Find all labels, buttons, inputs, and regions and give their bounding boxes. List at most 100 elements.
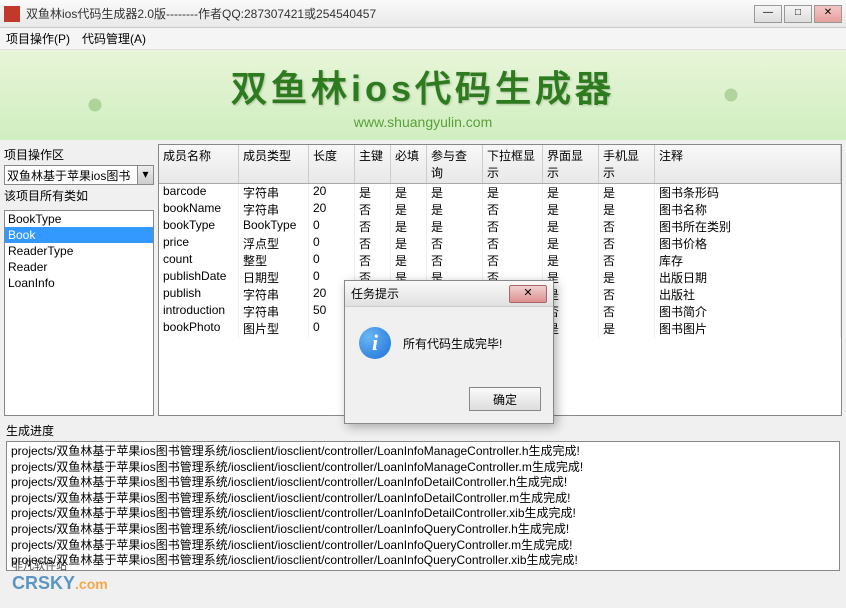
dialog-title: 任务提示 bbox=[351, 285, 509, 302]
ops-area-label: 项目操作区 bbox=[4, 146, 154, 163]
dialog-titlebar[interactable]: 任务提示 ✕ bbox=[345, 281, 553, 307]
app-icon bbox=[4, 6, 20, 22]
banner: 双鱼林ios代码生成器 www.shuangyulin.com bbox=[0, 50, 846, 140]
dialog-footer: 确定 bbox=[345, 379, 553, 423]
log-line: projects/双鱼林基于苹果ios图书管理系统/iosclient/iosc… bbox=[11, 538, 835, 554]
table-row[interactable]: barcode字符串20是是是是是是图书条形码 bbox=[159, 184, 841, 201]
column-header[interactable]: 下拉框显示 bbox=[483, 145, 543, 183]
project-combo-value: 双鱼林基于苹果ios图书 bbox=[7, 167, 130, 184]
ok-button[interactable]: 确定 bbox=[469, 387, 541, 411]
column-header[interactable]: 参与查询 bbox=[427, 145, 483, 183]
table-header: 成员名称成员类型长度主键必填参与查询下拉框显示界面显示手机显示注释 bbox=[159, 145, 841, 184]
table-cell: publish bbox=[159, 286, 239, 303]
list-item[interactable]: LoanInfo bbox=[5, 275, 153, 291]
table-cell: 否 bbox=[355, 235, 391, 252]
table-row[interactable]: bookName字符串20否是是否是是图书名称 bbox=[159, 201, 841, 218]
column-header[interactable]: 主键 bbox=[355, 145, 391, 183]
log-output[interactable]: projects/双鱼林基于苹果ios图书管理系统/iosclient/iosc… bbox=[6, 441, 840, 571]
table-cell: 是 bbox=[427, 218, 483, 235]
table-cell: 字符串 bbox=[239, 286, 309, 303]
banner-url: www.shuangyulin.com bbox=[354, 114, 493, 130]
left-panel: 项目操作区 双鱼林基于苹果ios图书 ▾ 该项目所有类如 BookTypeBoo… bbox=[4, 144, 154, 416]
table-cell: 库存 bbox=[655, 252, 841, 269]
table-cell: 图书名称 bbox=[655, 201, 841, 218]
log-line: projects/双鱼林基于苹果ios图书管理系统/iosclient/iosc… bbox=[11, 506, 835, 522]
log-line: projects/双鱼林基于苹果ios图书管理系统/iosclient/iosc… bbox=[11, 460, 835, 476]
table-cell: 是 bbox=[543, 218, 599, 235]
table-cell: 是 bbox=[391, 235, 427, 252]
window-title: 双鱼林ios代码生成器2.0版--------作者QQ:287307421或25… bbox=[26, 5, 752, 22]
class-listbox[interactable]: BookTypeBookReaderTypeReaderLoanInfo bbox=[4, 210, 154, 416]
column-header[interactable]: 必填 bbox=[391, 145, 427, 183]
table-row[interactable]: count整型0否是否否是否库存 bbox=[159, 252, 841, 269]
table-row[interactable]: bookTypeBookType0否是是否是否图书所在类别 bbox=[159, 218, 841, 235]
table-cell: 是 bbox=[599, 320, 655, 337]
table-cell: 字符串 bbox=[239, 184, 309, 201]
minimize-button[interactable]: — bbox=[754, 5, 782, 23]
column-header[interactable]: 长度 bbox=[309, 145, 355, 183]
log-line: projects/双鱼林基于苹果ios图书管理系统/iosclient/iosc… bbox=[11, 553, 835, 569]
list-item[interactable]: BookType bbox=[5, 211, 153, 227]
table-cell: 否 bbox=[483, 218, 543, 235]
table-cell: 否 bbox=[483, 235, 543, 252]
table-cell: 是 bbox=[483, 184, 543, 201]
table-row[interactable]: price浮点型0否是否否是否图书价格 bbox=[159, 235, 841, 252]
column-header[interactable]: 界面显示 bbox=[543, 145, 599, 183]
list-item[interactable]: Book bbox=[5, 227, 153, 243]
table-cell: 浮点型 bbox=[239, 235, 309, 252]
project-combo[interactable]: 双鱼林基于苹果ios图书 ▾ bbox=[4, 165, 154, 185]
table-cell: 0 bbox=[309, 252, 355, 269]
table-cell: 是 bbox=[427, 184, 483, 201]
info-icon: i bbox=[359, 327, 391, 359]
table-cell: 图书所在类别 bbox=[655, 218, 841, 235]
menu-code-manage[interactable]: 代码管理(A) bbox=[82, 30, 146, 47]
table-cell: 是 bbox=[599, 184, 655, 201]
table-cell: 否 bbox=[427, 252, 483, 269]
table-cell: 是 bbox=[599, 269, 655, 286]
column-header[interactable]: 手机显示 bbox=[599, 145, 655, 183]
column-header[interactable]: 注释 bbox=[655, 145, 841, 183]
table-cell: 是 bbox=[543, 184, 599, 201]
watermark-domain: .com bbox=[75, 576, 108, 592]
table-cell: 是 bbox=[391, 218, 427, 235]
column-header[interactable]: 成员名称 bbox=[159, 145, 239, 183]
maximize-button[interactable]: □ bbox=[784, 5, 812, 23]
table-cell: 是 bbox=[543, 252, 599, 269]
banner-title: 双鱼林ios代码生成器 bbox=[231, 60, 615, 112]
menubar: 项目操作(P) 代码管理(A) bbox=[0, 28, 846, 50]
table-cell: 出版社 bbox=[655, 286, 841, 303]
table-cell: 否 bbox=[483, 252, 543, 269]
dialog-body: i 所有代码生成完毕! bbox=[345, 307, 553, 379]
table-cell: 整型 bbox=[239, 252, 309, 269]
table-cell: 出版日期 bbox=[655, 269, 841, 286]
table-cell: 20 bbox=[309, 201, 355, 218]
list-item[interactable]: ReaderType bbox=[5, 243, 153, 259]
table-cell: 字符串 bbox=[239, 201, 309, 218]
table-cell: 0 bbox=[309, 235, 355, 252]
table-cell: 0 bbox=[309, 218, 355, 235]
dialog-close-button[interactable]: ✕ bbox=[509, 285, 547, 303]
table-cell: 否 bbox=[599, 252, 655, 269]
table-cell: 图书简介 bbox=[655, 303, 841, 320]
table-cell: 否 bbox=[599, 235, 655, 252]
table-cell: price bbox=[159, 235, 239, 252]
menu-project-ops[interactable]: 项目操作(P) bbox=[6, 30, 70, 47]
watermark-logo: CRSKY bbox=[12, 573, 75, 593]
chevron-down-icon[interactable]: ▾ bbox=[137, 166, 153, 184]
list-item[interactable]: Reader bbox=[5, 259, 153, 275]
table-cell: bookName bbox=[159, 201, 239, 218]
watermark: 非凡软件站 CRSKY.com bbox=[12, 557, 108, 594]
table-cell: 是 bbox=[543, 235, 599, 252]
column-header[interactable]: 成员类型 bbox=[239, 145, 309, 183]
table-cell: 20 bbox=[309, 184, 355, 201]
table-cell: 否 bbox=[355, 252, 391, 269]
table-cell: bookType bbox=[159, 218, 239, 235]
table-cell: 否 bbox=[599, 303, 655, 320]
table-cell: bookPhoto bbox=[159, 320, 239, 337]
table-cell: 否 bbox=[599, 218, 655, 235]
table-cell: 否 bbox=[355, 201, 391, 218]
table-cell: 图书条形码 bbox=[655, 184, 841, 201]
table-cell: publishDate bbox=[159, 269, 239, 286]
table-cell: 日期型 bbox=[239, 269, 309, 286]
close-button[interactable]: ✕ bbox=[814, 5, 842, 23]
